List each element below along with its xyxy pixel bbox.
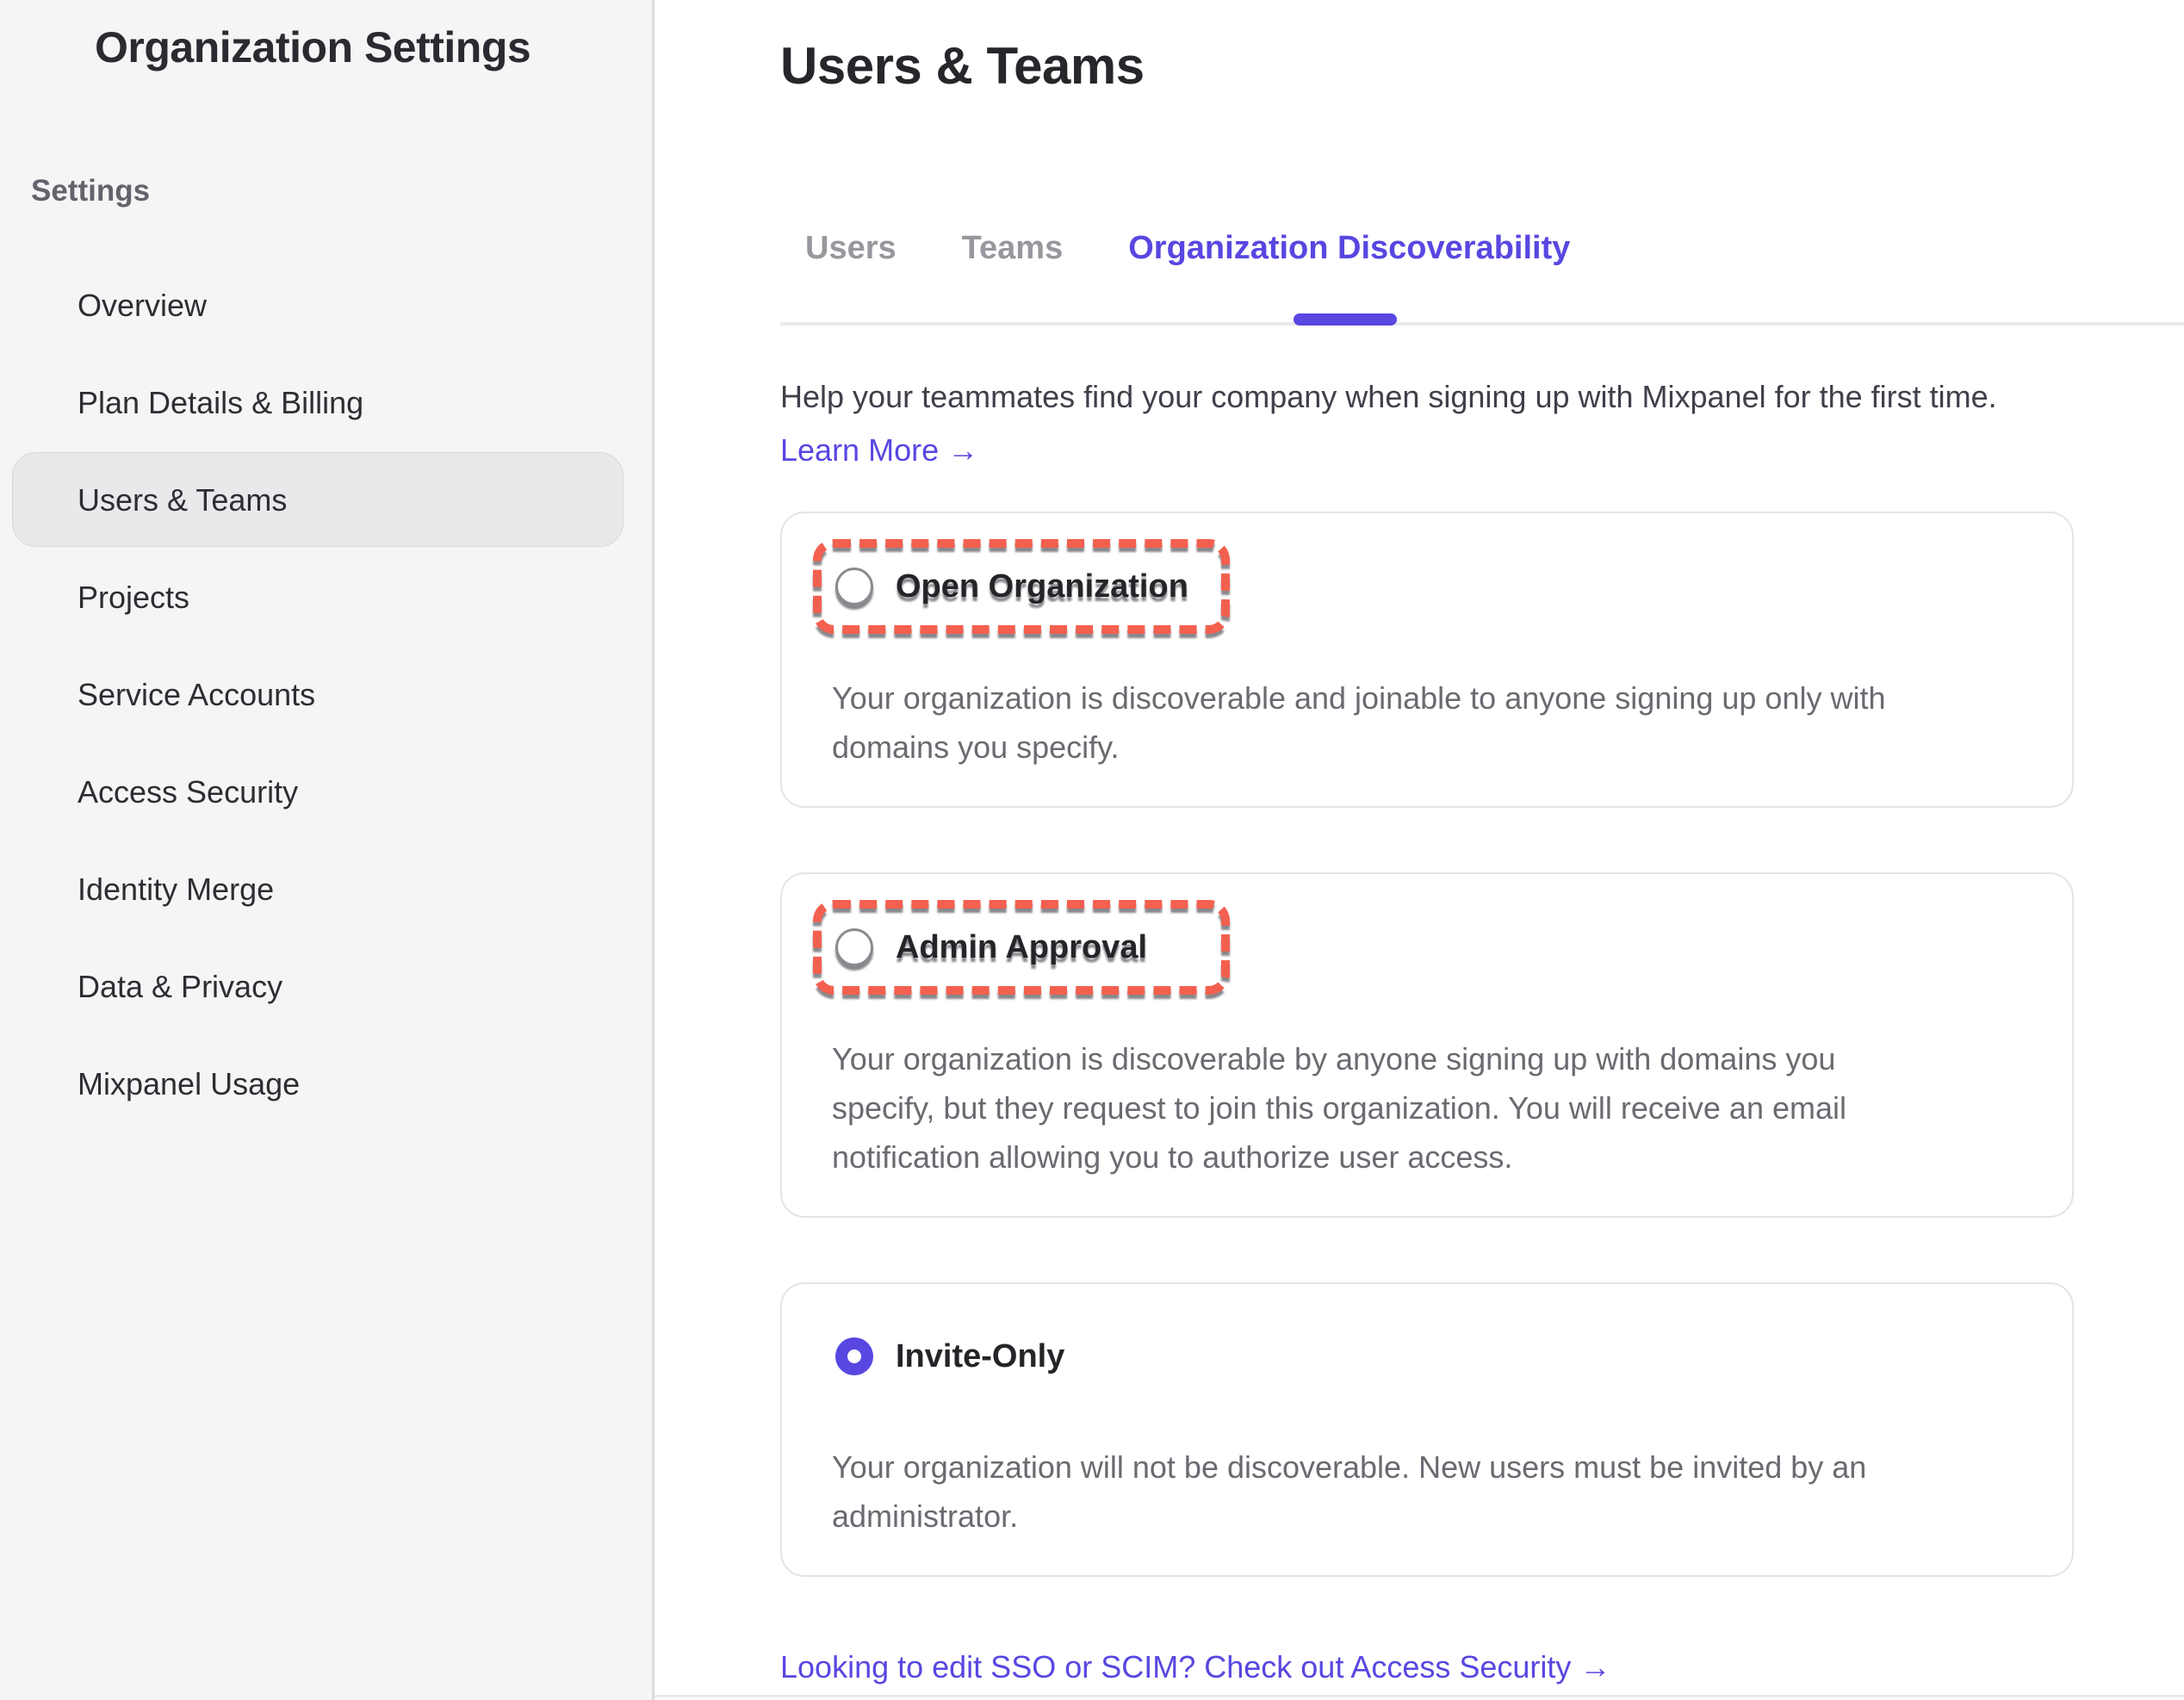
option-card-admin-approval: Admin Approval Your organization is disc… — [780, 872, 2074, 1218]
tab-users[interactable]: Users — [805, 230, 897, 267]
sidebar-item-label: Mixpanel Usage — [78, 1066, 300, 1102]
active-tab-indicator — [1294, 313, 1397, 326]
sidebar-item-access-security[interactable]: Access Security — [0, 743, 652, 841]
sidebar-item-projects[interactable]: Projects — [0, 549, 652, 646]
sidebar-item-label: Access Security — [78, 774, 298, 810]
sidebar-item-label: Overview — [78, 288, 207, 324]
admin-approval-radio[interactable] — [835, 928, 873, 966]
option-label[interactable]: Invite-Only — [896, 1338, 1064, 1375]
sidebar-item-label: Service Accounts — [78, 677, 315, 713]
option-card-invite-only: Invite-Only Your organization will not b… — [780, 1282, 2074, 1577]
sidebar-item-overview[interactable]: Overview — [0, 257, 652, 354]
option-card-open-organization: Open Organization Your organization is d… — [780, 512, 2074, 808]
settings-section-label: Settings — [31, 174, 652, 208]
learn-more-link[interactable]: Learn More → — [780, 432, 978, 468]
tab-teams[interactable]: Teams — [962, 230, 1064, 267]
sidebar-item-identity-merge[interactable]: Identity Merge — [0, 841, 652, 938]
discoverability-intro-text: Help your teammates find your company wh… — [780, 379, 2184, 415]
option-description: Your organization is discoverable and jo… — [832, 673, 2038, 772]
sidebar-item-users-teams[interactable]: Users & Teams — [0, 451, 652, 549]
users-teams-content: Users & Teams Users Teams Organization D… — [655, 0, 2184, 1700]
annotation-highlight: Admin Approval — [813, 900, 1230, 995]
option-label[interactable]: Admin Approval — [896, 929, 1147, 966]
sidebar-item-label: Identity Merge — [78, 872, 274, 908]
option-row: Invite-Only — [835, 1337, 2072, 1375]
organization-settings-page: Organization Settings Settings Overview … — [0, 0, 2184, 1700]
sidebar-item-label: Plan Details & Billing — [78, 385, 363, 421]
sidebar-item-mixpanel-usage[interactable]: Mixpanel Usage — [0, 1035, 652, 1132]
option-label[interactable]: Open Organization — [896, 568, 1188, 605]
tab-organization-discoverability[interactable]: Organization Discoverability — [1128, 230, 1570, 267]
tab-bar: Users Teams Organization Discoverability — [805, 230, 2184, 267]
sidebar-item-label: Data & Privacy — [78, 969, 282, 1005]
sidebar-title: Organization Settings — [95, 22, 652, 72]
invite-only-radio[interactable] — [835, 1337, 873, 1375]
access-security-link[interactable]: Looking to edit SSO or SCIM? Check out A… — [780, 1649, 1610, 1685]
annotation-highlight: Open Organization — [813, 539, 1230, 634]
sidebar-nav: Overview Plan Details & Billing Users & … — [0, 257, 652, 1132]
sidebar-item-data-privacy[interactable]: Data & Privacy — [0, 938, 652, 1035]
sidebar-item-plan-details-billing[interactable]: Plan Details & Billing — [0, 354, 652, 451]
open-organization-radio[interactable] — [835, 568, 873, 605]
page-title: Users & Teams — [780, 36, 2184, 96]
option-description: Your organization is discoverable by any… — [832, 1034, 2038, 1182]
option-description: Your organization will not be discoverab… — [832, 1443, 2038, 1541]
bottom-divider — [655, 1695, 2184, 1697]
settings-sidebar: Organization Settings Settings Overview … — [0, 0, 655, 1700]
tab-divider — [780, 322, 2184, 326]
sidebar-item-label: Users & Teams — [78, 482, 287, 518]
sidebar-item-service-accounts[interactable]: Service Accounts — [0, 646, 652, 743]
sidebar-item-label: Projects — [78, 580, 189, 616]
